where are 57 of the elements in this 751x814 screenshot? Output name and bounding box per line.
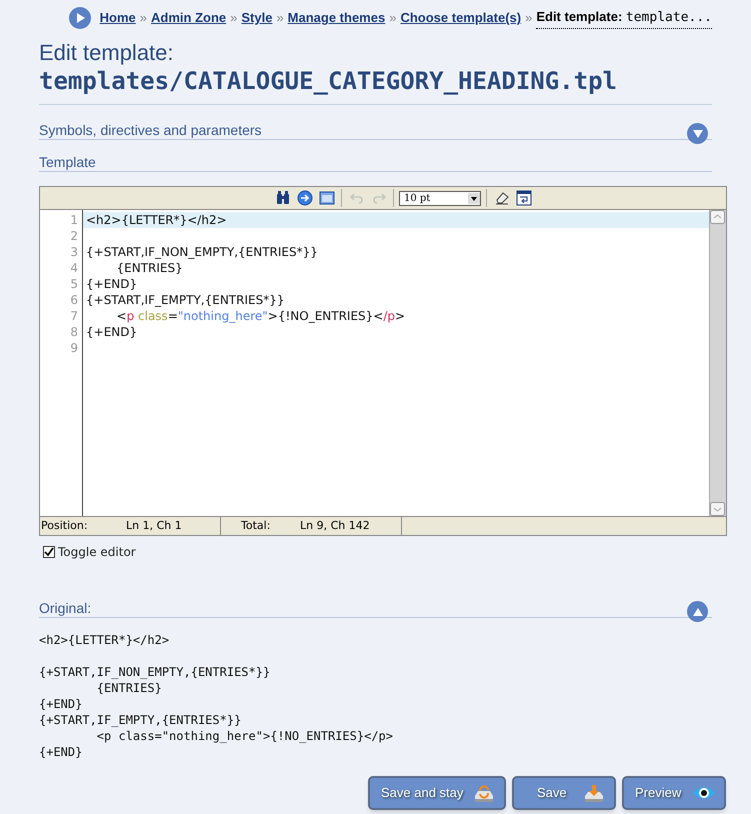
- page-title: Edit template:: [39, 40, 175, 66]
- refresh-tray-icon: [472, 784, 496, 802]
- code-line: <p class="nothing_here">{!NO_ENTRIES}</p>: [116, 308, 406, 324]
- status-label: Total:: [240, 518, 272, 534]
- play-icon: [68, 7, 91, 29]
- section-heading: Original:: [39, 599, 92, 617]
- code-line: {+END}: [85, 324, 138, 340]
- download-tray-icon: [582, 784, 606, 802]
- breadcrumb-current: Edit template: template...: [536, 7, 712, 29]
- breadcrumb-link[interactable]: Manage themes: [288, 8, 386, 28]
- line-number: 6: [69, 292, 79, 308]
- line-number: 1: [69, 212, 79, 228]
- code-line: {+START,IF_NON_EMPTY,{ENTRIES*}}: [39, 664, 272, 680]
- triangle-down-icon: [692, 130, 702, 138]
- section-heading: Symbols, directives and parameters: [39, 121, 262, 139]
- line-number: 4: [69, 260, 79, 276]
- collapse-button[interactable]: [687, 601, 708, 622]
- code-line: {ENTRIES}: [116, 260, 184, 276]
- code-line: {+START,IF_EMPTY,{ENTRIES*}}: [39, 712, 242, 728]
- checkbox[interactable]: [43, 546, 55, 558]
- caret-icon: [468, 192, 480, 204]
- code-line: {+END}: [39, 744, 84, 760]
- breadcrumb-link[interactable]: Home: [100, 8, 136, 28]
- line-number: 2: [69, 228, 79, 244]
- checkbox-label: Toggle editor: [58, 544, 136, 561]
- status-value: Ln 1, Ch 1: [126, 518, 182, 534]
- code-line: {+END}: [85, 276, 138, 292]
- breadcrumb-separator: »: [230, 9, 238, 28]
- code-line: <h2>{LETTER*}</h2>: [39, 632, 170, 648]
- font-size-dropdown[interactable]: 10 pt: [399, 190, 481, 206]
- line-number: 3: [69, 244, 79, 260]
- wrap-button[interactable]: [514, 188, 533, 208]
- line-number: 9: [69, 340, 79, 356]
- breadcrumb-link[interactable]: Admin Zone: [151, 8, 226, 28]
- code-line: {+START,IF_NON_EMPTY,{ENTRIES*}}: [85, 244, 319, 260]
- line-number: 5: [69, 276, 79, 292]
- code-line: {+END}: [39, 696, 84, 712]
- code-line: {+START,IF_EMPTY,{ENTRIES*}}: [85, 292, 286, 308]
- breadcrumb-separator: »: [525, 9, 532, 28]
- line-number: 7: [69, 308, 79, 324]
- window-button[interactable]: [317, 188, 336, 208]
- breadcrumb-separator: »: [389, 9, 396, 28]
- scrollbar[interactable]: [709, 210, 726, 516]
- status-label: Position:: [40, 518, 89, 534]
- breadcrumb-separator: »: [276, 9, 284, 28]
- breadcrumb-link[interactable]: Style: [241, 8, 272, 28]
- line-number: 8: [69, 324, 79, 340]
- status-value: Ln 9, Ch 142: [300, 518, 370, 534]
- code-line: <p class="nothing_here">{!NO_ENTRIES}</p>: [96, 728, 394, 744]
- expand-button[interactable]: [687, 123, 708, 144]
- arrow-circle-button[interactable]: [295, 188, 314, 208]
- triangle-up-icon: [692, 608, 702, 616]
- breadcrumb-link[interactable]: Choose template(s): [400, 8, 522, 28]
- section-heading: Template: [39, 153, 96, 171]
- template-path: templates/CATALOGUE_CATEGORY_HEADING.tpl: [39, 66, 618, 96]
- breadcrumb-separator: »: [140, 9, 148, 28]
- code-line: {ENTRIES}: [96, 680, 163, 696]
